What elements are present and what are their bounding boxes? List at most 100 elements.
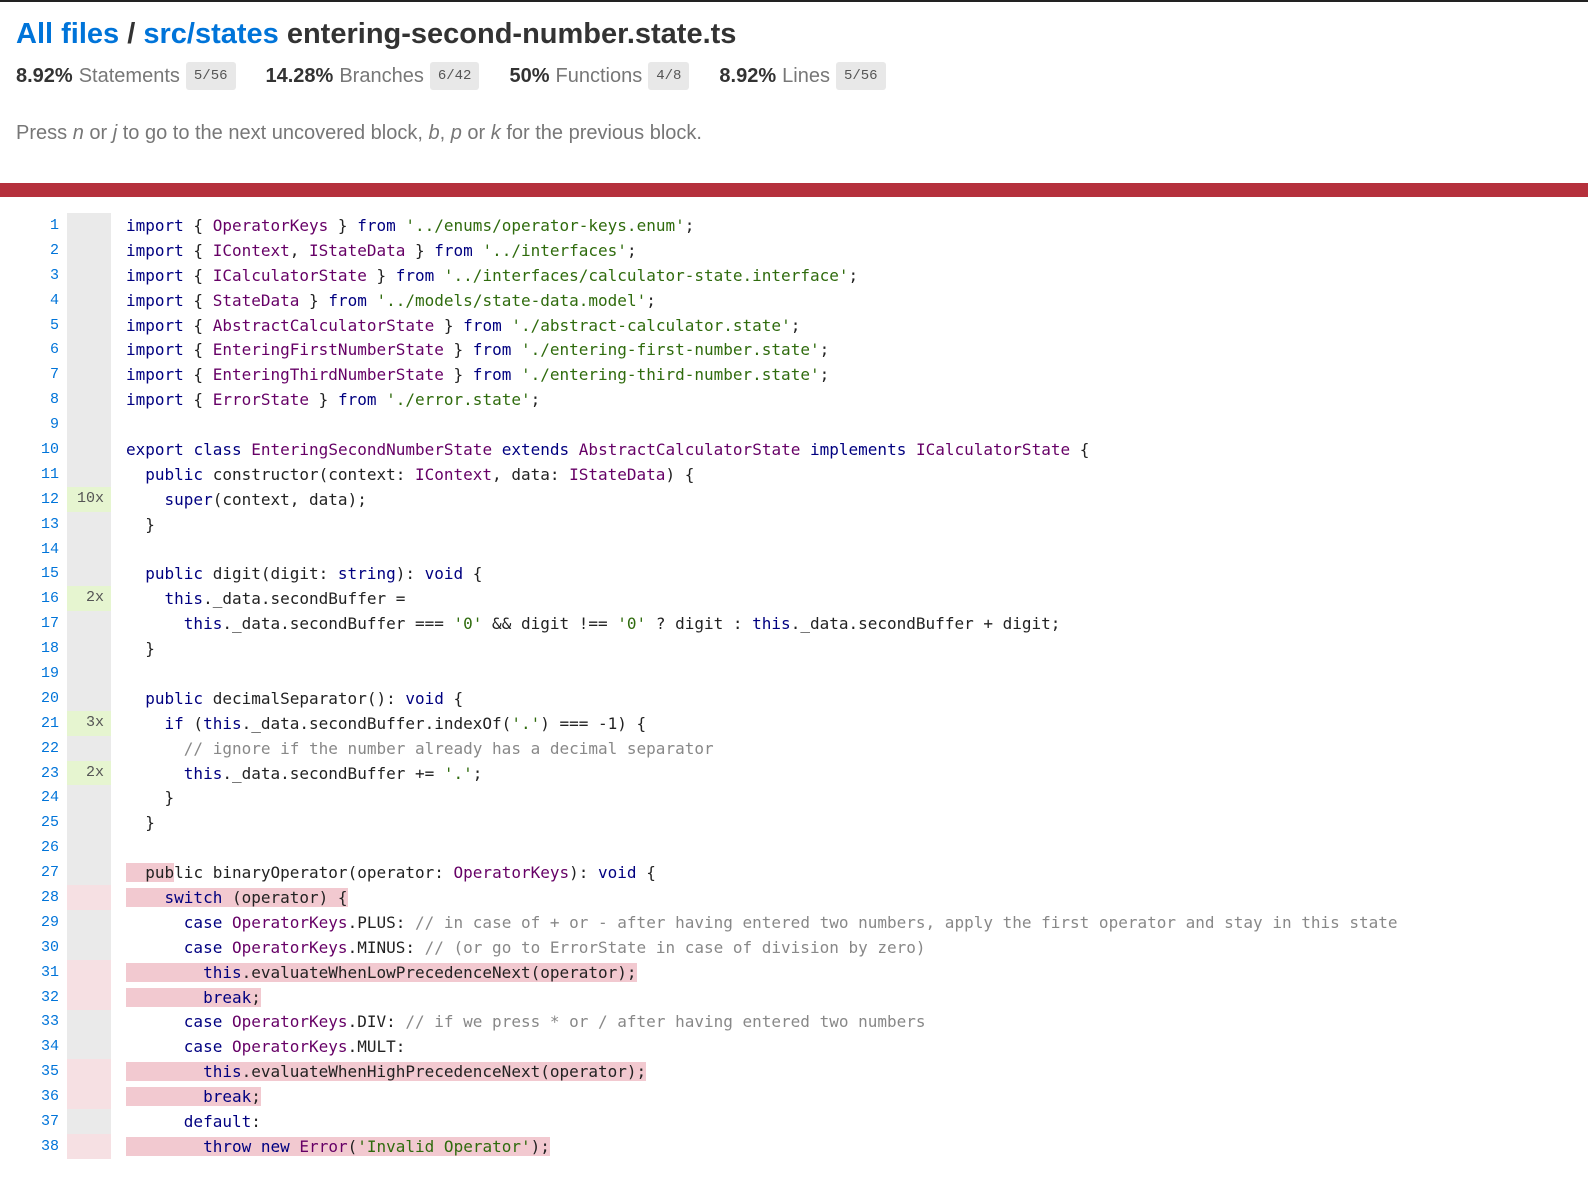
code-text: if (this._data.secondBuffer.indexOf('.')… xyxy=(164,713,647,733)
code-text: import { IContext, IStateData } from '..… xyxy=(126,240,637,260)
line-number-link[interactable]: 17 xyxy=(0,615,59,632)
line-number-link[interactable]: 36 xyxy=(0,1088,59,1105)
code-line: 27 public binaryOperator(operator: Opera… xyxy=(0,860,1588,886)
line-number-link[interactable]: 37 xyxy=(0,1113,59,1130)
line-number-link[interactable]: 15 xyxy=(0,565,59,582)
hit-count xyxy=(67,636,111,662)
line-number-link[interactable]: 13 xyxy=(0,516,59,533)
hit-count xyxy=(67,511,111,537)
line-number-link[interactable]: 29 xyxy=(0,914,59,931)
code-text: super(context, data); xyxy=(164,489,367,509)
code-text: } xyxy=(126,514,155,534)
line-number-link[interactable]: 22 xyxy=(0,740,59,757)
code-line: 12 10x super(context, data); xyxy=(0,486,1588,512)
code-line: 3 import { ICalculatorState } from '../in… xyxy=(0,262,1588,288)
code-text: import { EnteringThirdNumberState } from… xyxy=(126,365,830,385)
line-number-link[interactable]: 30 xyxy=(0,939,59,956)
stat-fraction-badge: 6/42 xyxy=(429,62,480,90)
line-number-link[interactable]: 16 xyxy=(0,590,59,607)
line-number-link[interactable]: 32 xyxy=(0,989,59,1006)
breadcrumb-dir-link[interactable]: src/states xyxy=(143,18,278,50)
code-text: break; xyxy=(126,987,261,1007)
code-text: public digit(digit: string): void { xyxy=(145,564,483,584)
line-number-link[interactable]: 20 xyxy=(0,690,59,707)
code-text: this._data.secondBuffer += '.'; xyxy=(183,763,483,783)
line-number-link[interactable]: 25 xyxy=(0,814,59,831)
code-text: import { AbstractCalculatorState } from … xyxy=(126,315,801,335)
hit-count xyxy=(67,437,111,462)
line-number-link[interactable]: 12 xyxy=(0,491,59,508)
stat-percent: 14.28% xyxy=(265,64,334,87)
code-line: 10 export class EnteringSecondNumberState… xyxy=(0,437,1588,462)
code-line: 36 break; xyxy=(0,1084,1588,1110)
code-line: 22 // ignore if the number already has a… xyxy=(0,735,1588,761)
line-number-link[interactable]: 8 xyxy=(0,391,59,408)
code-text: } xyxy=(126,813,155,833)
line-number-link[interactable]: 19 xyxy=(0,665,59,682)
code-text: case OperatorKeys.DIV: // if we press * … xyxy=(183,1012,926,1032)
line-number-link[interactable]: 24 xyxy=(0,789,59,806)
breadcrumb: All files / src/states entering-second-n… xyxy=(16,16,1572,52)
code-text: export class EnteringSecondNumberState e… xyxy=(126,439,1090,459)
hit-count xyxy=(67,412,111,438)
line-number-link[interactable]: 21 xyxy=(0,715,59,732)
stat-statements: 8.92% Statements 5/56 xyxy=(16,62,236,90)
code-text: import { EnteringFirstNumberState } from… xyxy=(126,340,830,360)
help-text: Press xyxy=(16,122,73,144)
code-text: this._data.secondBuffer = xyxy=(164,589,406,609)
line-number-link[interactable]: 9 xyxy=(0,416,59,433)
line-number-link[interactable]: 5 xyxy=(0,317,59,334)
code-line: 38 throw new Error('Invalid Operator'); xyxy=(0,1133,1588,1159)
hit-count xyxy=(67,934,111,960)
stat-percent: 50% xyxy=(509,64,550,87)
code-line: 26 xyxy=(0,835,1588,861)
line-number-link[interactable]: 23 xyxy=(0,765,59,782)
line-number-link[interactable]: 18 xyxy=(0,640,59,657)
line-number-link[interactable]: 31 xyxy=(0,964,59,981)
line-number-link[interactable]: 14 xyxy=(0,541,59,558)
code-line: 23 2x this._data.secondBuffer += '.'; xyxy=(0,760,1588,786)
line-number-link[interactable]: 35 xyxy=(0,1063,59,1080)
code-line: 16 2x this._data.secondBuffer = xyxy=(0,586,1588,612)
help-key: b xyxy=(428,122,440,144)
hit-count xyxy=(67,1133,111,1159)
help-key: n xyxy=(72,122,84,144)
stat-fraction-badge: 4/8 xyxy=(648,62,690,90)
code-line: 24 } xyxy=(0,785,1588,811)
help-text: or xyxy=(461,122,491,144)
code-line: 25 } xyxy=(0,810,1588,836)
code-text: // ignore if the number already has a de… xyxy=(183,738,714,758)
hit-count xyxy=(67,237,111,263)
breadcrumb-all-files-link[interactable]: All files xyxy=(16,18,119,50)
line-number-link[interactable]: 28 xyxy=(0,889,59,906)
line-number-link[interactable]: 27 xyxy=(0,864,59,881)
line-number-link[interactable]: 4 xyxy=(0,292,59,309)
stat-label: Lines xyxy=(782,64,830,87)
code-line: 9 xyxy=(0,412,1588,438)
help-text: for the previous block. xyxy=(500,122,702,144)
hit-count xyxy=(67,561,111,587)
line-number-link[interactable]: 2 xyxy=(0,242,59,259)
code-line: 7 import { EnteringThirdNumberState } fro… xyxy=(0,362,1588,388)
code-line: 1 import { OperatorKeys } from '../enums/… xyxy=(0,213,1588,238)
code-line: 31 this.evaluateWhenLowPrecedenceNext(op… xyxy=(0,959,1588,985)
line-number-link[interactable]: 26 xyxy=(0,839,59,856)
code-text: case OperatorKeys.PLUS: // in case of + … xyxy=(183,912,1398,932)
line-number-link[interactable]: 38 xyxy=(0,1138,59,1155)
code-line: 21 3x if (this._data.secondBuffer.indexOf… xyxy=(0,710,1588,736)
line-number-link[interactable]: 33 xyxy=(0,1013,59,1030)
line-number-link[interactable]: 3 xyxy=(0,267,59,284)
line-number-link[interactable]: 7 xyxy=(0,366,59,383)
line-number-link[interactable]: 10 xyxy=(0,441,59,458)
source-code-listing: 1 import { OperatorKeys } from '../enums/… xyxy=(0,213,1588,1159)
hit-count xyxy=(67,387,111,413)
line-number-link[interactable]: 34 xyxy=(0,1038,59,1055)
code-text: default: xyxy=(183,1112,261,1131)
code-line: 2 import { IContext, IStateData } from '.… xyxy=(0,237,1588,263)
line-number-link[interactable]: 11 xyxy=(0,466,59,483)
help-text: , xyxy=(439,122,451,144)
breadcrumb-separator: / xyxy=(127,18,136,50)
line-number-link[interactable]: 1 xyxy=(0,217,59,234)
code-line: 6 import { EnteringFirstNumberState } fro… xyxy=(0,337,1588,363)
line-number-link[interactable]: 6 xyxy=(0,341,59,358)
